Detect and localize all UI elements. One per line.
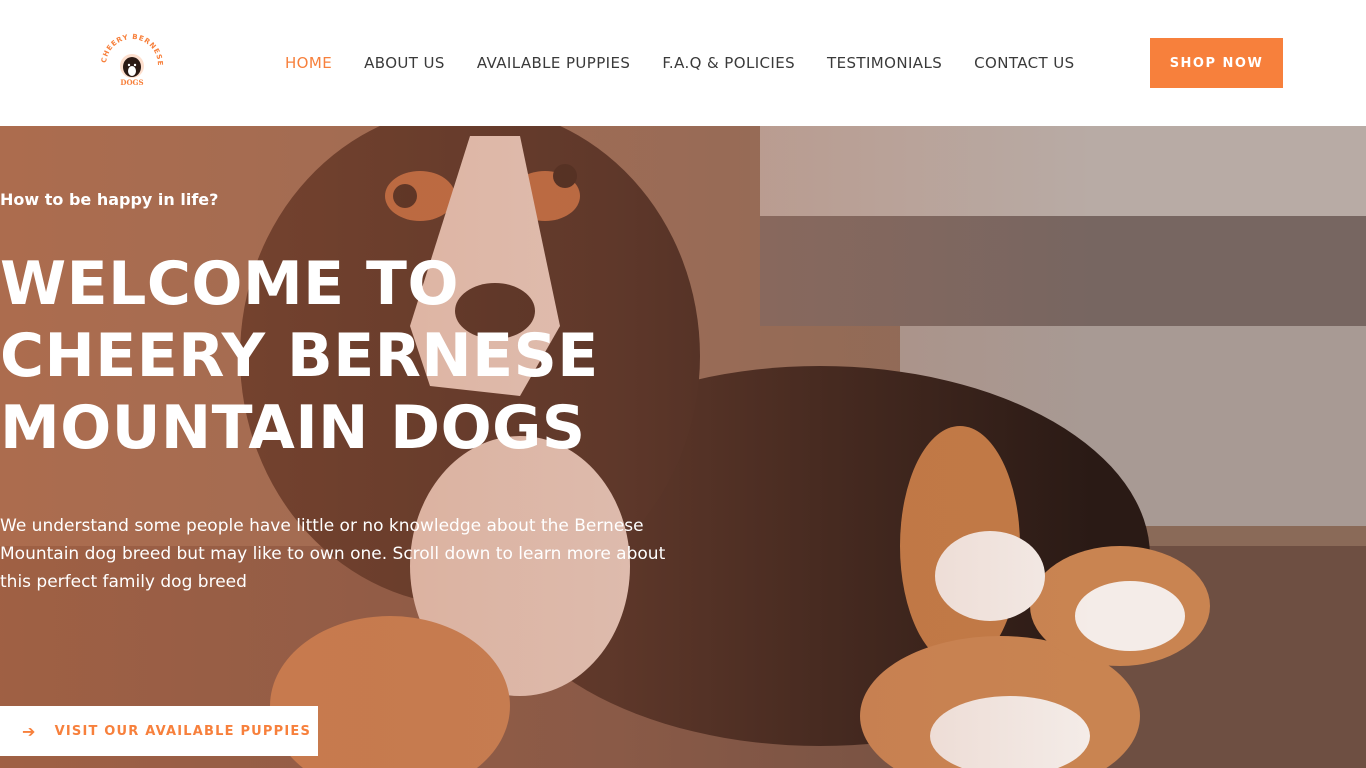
site-logo[interactable]: CHEERY BERNESE MOUNTAIN DOGS (94, 27, 166, 93)
hero-title: WELCOME TO CHEERY BERNESE MOUNTAIN DOGS (0, 249, 599, 463)
hero-eyebrow: How to be happy in life? (0, 190, 219, 209)
visit-available-puppies-button[interactable]: ➔ VISIT OUR AVAILABLE PUPPIES (0, 706, 318, 756)
cta-label: VISIT OUR AVAILABLE PUPPIES (54, 723, 312, 739)
main-nav: HOME ABOUT US AVAILABLE PUPPIES F.A.Q & … (285, 52, 1107, 74)
shop-now-button[interactable]: SHOP NOW (1150, 38, 1283, 88)
arrow-right-icon: ➔ (22, 721, 37, 741)
nav-contact-us[interactable]: CONTACT US (974, 52, 1074, 74)
nav-about-us[interactable]: ABOUT US (364, 52, 445, 74)
logo-bottom-text: DOGS (120, 78, 143, 87)
nav-available-puppies[interactable]: AVAILABLE PUPPIES (477, 52, 630, 74)
nav-home[interactable]: HOME (285, 52, 332, 74)
nav-testimonials[interactable]: TESTIMONIALS (827, 52, 942, 74)
hero-section: How to be happy in life? WELCOME TO CHEE… (0, 126, 1366, 768)
site-header: CHEERY BERNESE MOUNTAIN DOGS HOME ABOUT … (0, 0, 1366, 126)
hero-description: We understand some people have little or… (0, 516, 666, 592)
nav-faq-policies[interactable]: F.A.Q & POLICIES (662, 52, 795, 74)
logo-emblem-icon: CHEERY BERNESE MOUNTAIN DOGS (94, 27, 163, 87)
